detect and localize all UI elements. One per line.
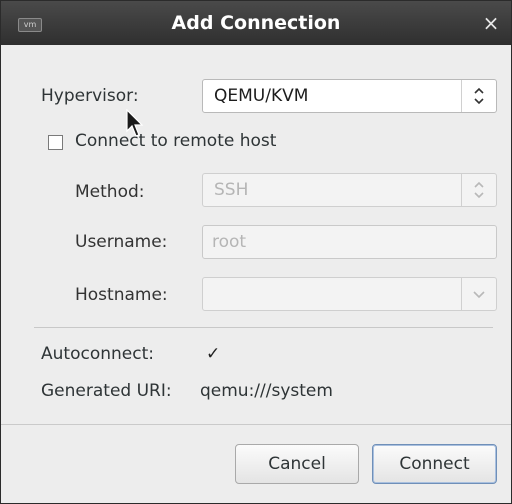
username-field[interactable]: root [202, 225, 497, 259]
separator [34, 327, 493, 328]
method-value: SSH [214, 180, 249, 200]
username-label: Username: [75, 232, 168, 252]
add-connection-dialog: vm Add Connection × Hypervisor: QEMU/KVM… [0, 0, 512, 504]
button-area-separator [1, 424, 511, 425]
cancel-button[interactable]: Cancel [235, 444, 359, 484]
username-value: root [212, 232, 247, 252]
close-icon[interactable]: × [481, 13, 501, 33]
autoconnect-checkbox[interactable]: ✓ [206, 344, 221, 364]
mouse-pointer-icon [126, 109, 144, 137]
hostname-combo[interactable] [202, 277, 497, 311]
method-label: Method: [75, 182, 145, 202]
check-icon: ✓ [206, 344, 221, 364]
dialog-title: Add Connection [171, 12, 341, 34]
updown-chevron-icon [461, 174, 496, 206]
method-select[interactable]: SSH [202, 173, 497, 207]
updown-chevron-icon [461, 80, 496, 112]
hypervisor-label: Hypervisor: [41, 86, 139, 106]
chevron-down-icon [461, 278, 496, 310]
remote-host-checkbox[interactable] [48, 135, 63, 150]
title-bar[interactable]: vm Add Connection × [1, 1, 511, 45]
connect-button[interactable]: Connect [372, 444, 497, 484]
generated-uri-value: qemu:///system [200, 381, 333, 401]
generated-uri-label: Generated URI: [41, 381, 172, 401]
hostname-label: Hostname: [75, 285, 168, 305]
autoconnect-label: Autoconnect: [41, 344, 154, 364]
hypervisor-value: QEMU/KVM [214, 86, 309, 106]
remote-host-label: Connect to remote host [75, 131, 277, 151]
hypervisor-select[interactable]: QEMU/KVM [202, 79, 497, 113]
